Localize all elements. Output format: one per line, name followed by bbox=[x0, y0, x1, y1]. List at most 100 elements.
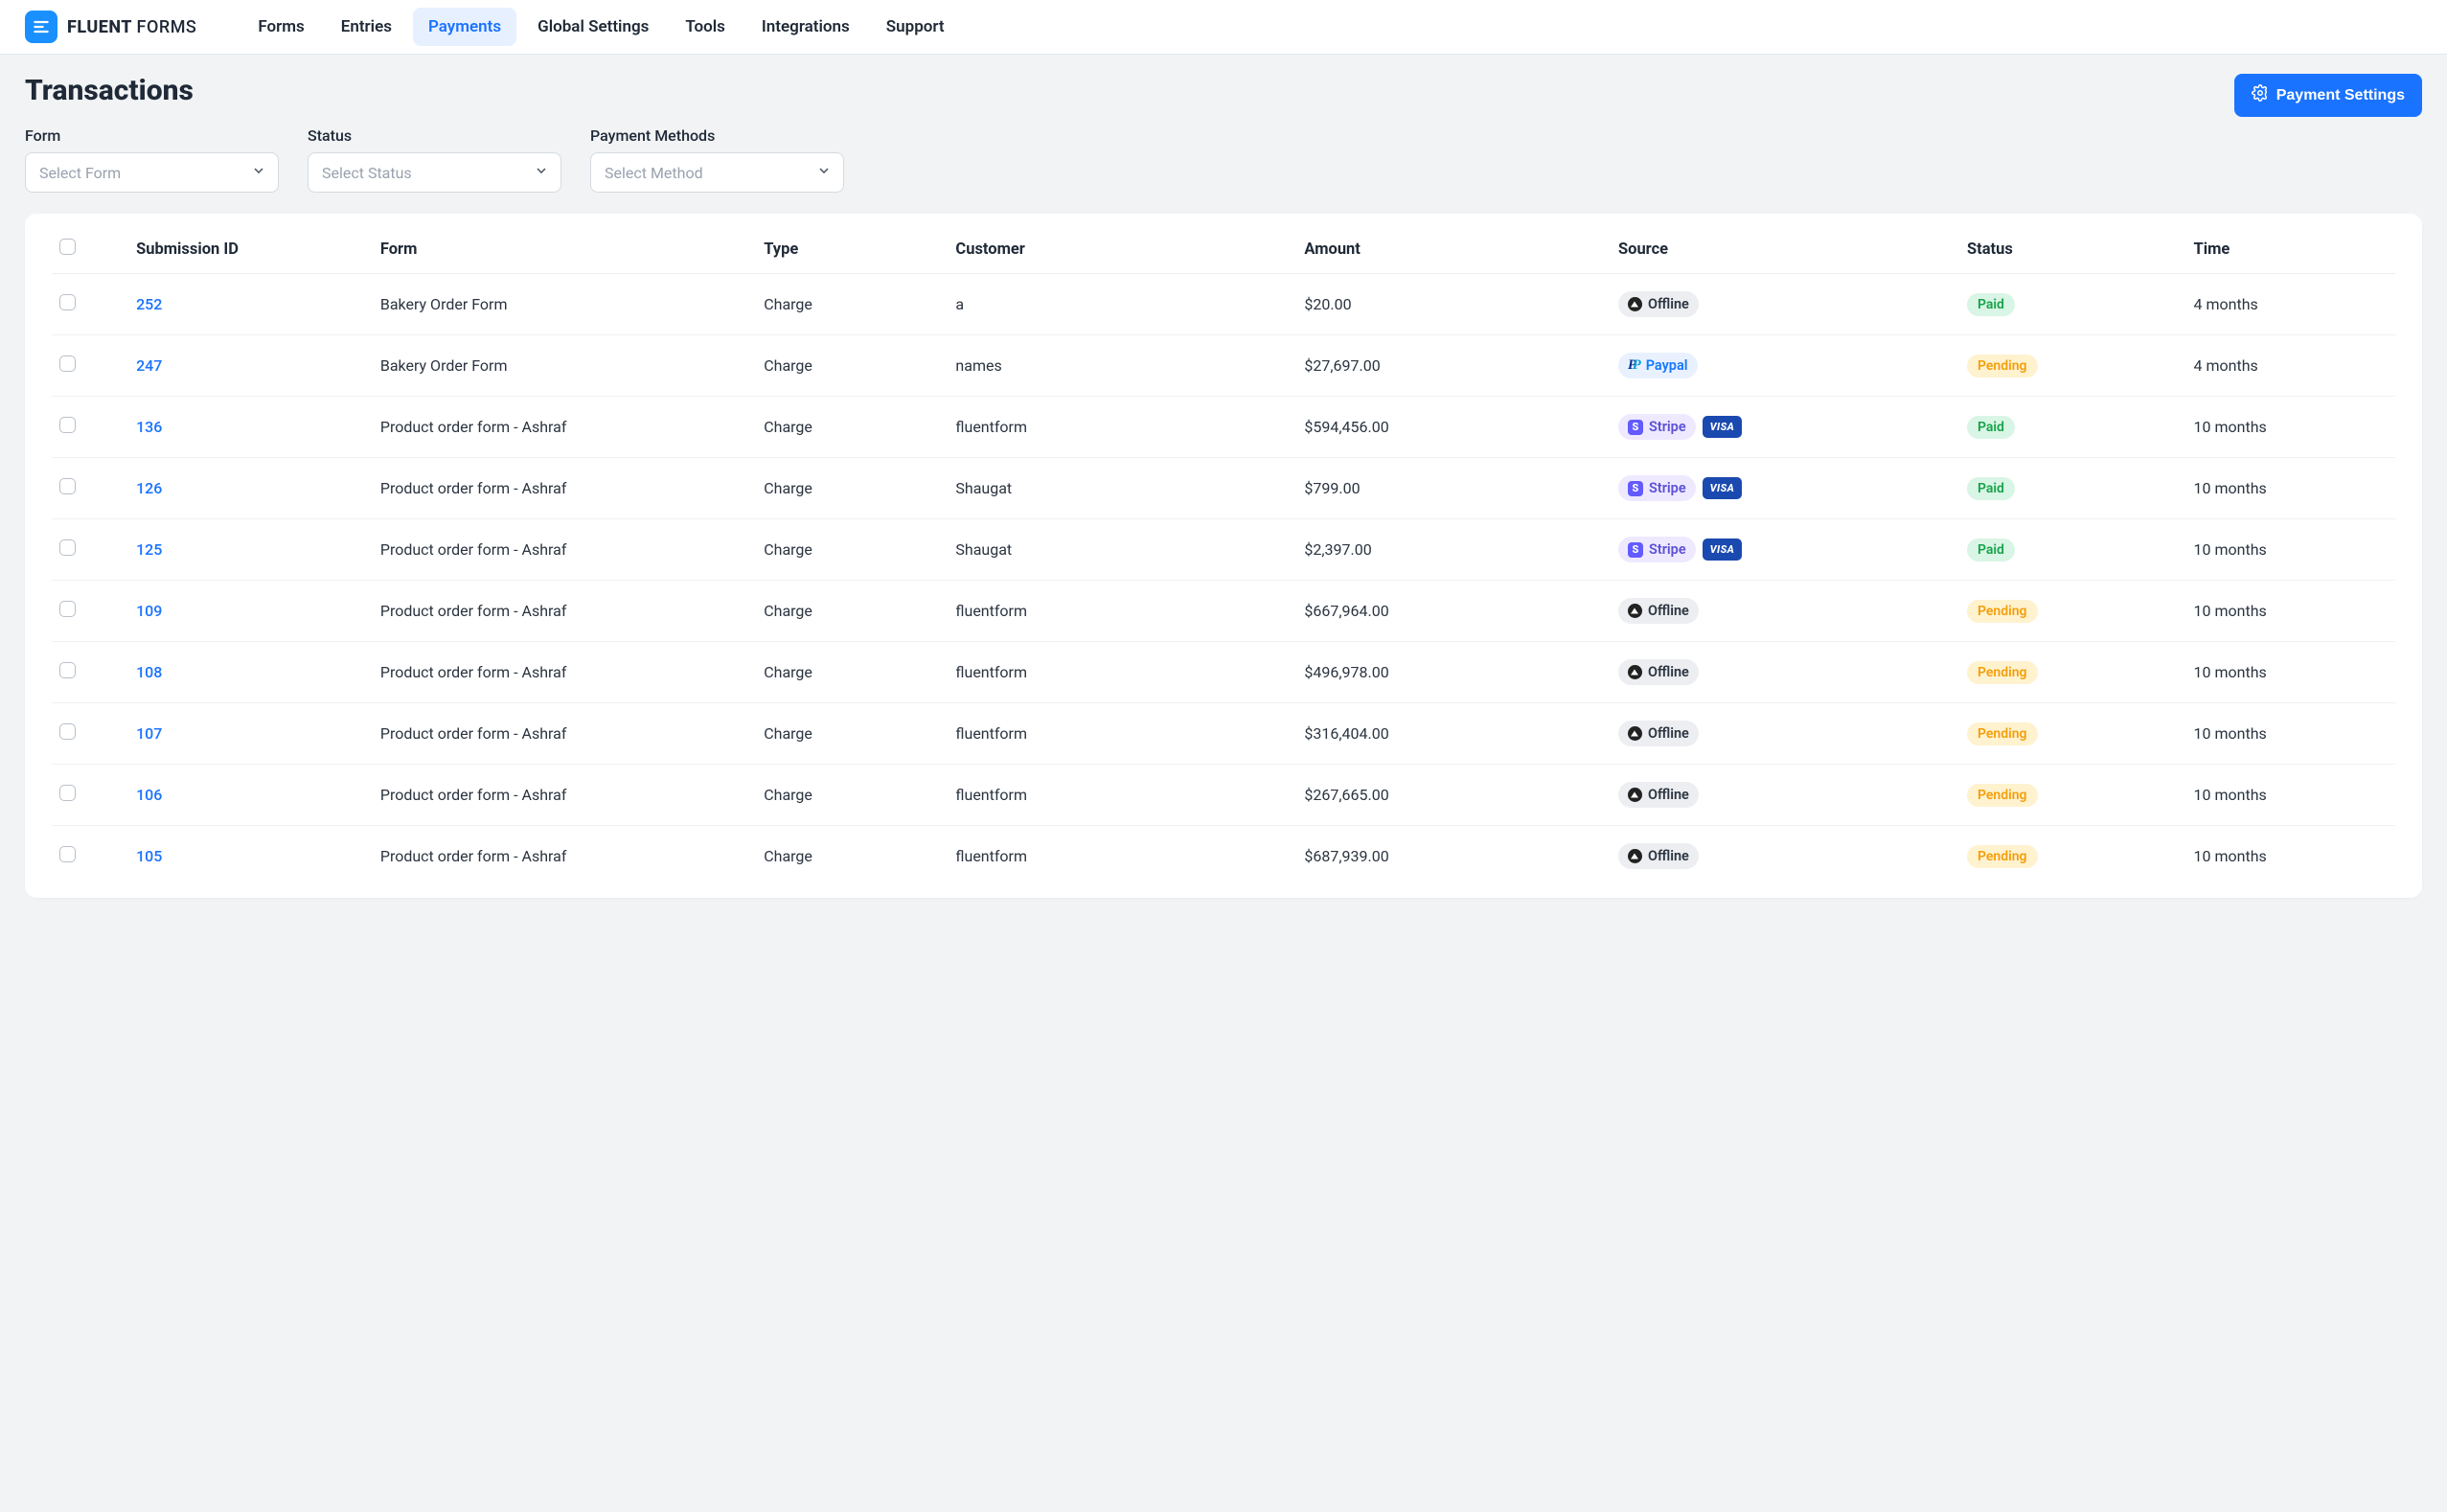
nav-item-global-settings[interactable]: Global Settings bbox=[522, 8, 664, 46]
submission-id-link[interactable]: 252 bbox=[136, 295, 162, 313]
col-header-type: Type bbox=[756, 219, 948, 274]
cell-customer: names bbox=[948, 335, 1296, 397]
nav-item-forms[interactable]: Forms bbox=[242, 8, 319, 46]
cell-form: Product order form - Ashraf bbox=[373, 519, 756, 581]
col-header-id: Submission ID bbox=[128, 219, 373, 274]
submission-id-link[interactable]: 125 bbox=[136, 540, 162, 559]
submission-id-link[interactable]: 136 bbox=[136, 418, 162, 436]
nav-item-tools[interactable]: Tools bbox=[670, 8, 741, 46]
row-checkbox[interactable] bbox=[59, 539, 76, 556]
source-chips: SStripeVISA bbox=[1618, 414, 1952, 440]
nav-item-payments[interactable]: Payments bbox=[413, 8, 516, 46]
cell-time: 10 months bbox=[2186, 397, 2395, 458]
page-title: Transactions bbox=[25, 74, 194, 107]
table-row: 109Product order form - AshrafChargeflue… bbox=[52, 581, 2395, 642]
submission-id-link[interactable]: 247 bbox=[136, 356, 162, 375]
row-checkbox[interactable] bbox=[59, 846, 76, 862]
status-pill-pending: Pending bbox=[1967, 355, 2038, 378]
brand-name: FLUENT FORMS bbox=[67, 17, 196, 37]
submission-id-link[interactable]: 106 bbox=[136, 786, 162, 804]
cell-status: Pending bbox=[1959, 335, 2186, 397]
cell-form: Product order form - Ashraf bbox=[373, 703, 756, 765]
col-header-amount: Amount bbox=[1296, 219, 1611, 274]
source-chips: PPPaypal bbox=[1618, 353, 1952, 378]
cell-source: SStripeVISA bbox=[1611, 397, 1959, 458]
status-pill-pending: Pending bbox=[1967, 722, 2038, 745]
nav-item-entries[interactable]: Entries bbox=[326, 8, 407, 46]
cell-time: 10 months bbox=[2186, 826, 2395, 887]
cell-source: PPPaypal bbox=[1611, 335, 1959, 397]
status-pill-paid: Paid bbox=[1967, 477, 2015, 500]
cell-status: Paid bbox=[1959, 397, 2186, 458]
row-checkbox[interactable] bbox=[59, 294, 76, 310]
cell-status: Paid bbox=[1959, 274, 2186, 335]
cell-time: 10 months bbox=[2186, 458, 2395, 519]
cell-customer: fluentform bbox=[948, 765, 1296, 826]
col-header-time: Time bbox=[2186, 219, 2395, 274]
row-checkbox[interactable] bbox=[59, 478, 76, 494]
cell-time: 10 months bbox=[2186, 765, 2395, 826]
row-checkbox[interactable] bbox=[59, 785, 76, 801]
cell-source: Offline bbox=[1611, 826, 1959, 887]
row-checkbox[interactable] bbox=[59, 723, 76, 740]
cell-customer: Shaugat bbox=[948, 519, 1296, 581]
select-all-checkbox[interactable] bbox=[59, 239, 76, 255]
status-pill-paid: Paid bbox=[1967, 293, 2015, 316]
cell-type: Charge bbox=[756, 581, 948, 642]
cell-time: 10 months bbox=[2186, 642, 2395, 703]
brand-logo[interactable]: FLUENT FORMS bbox=[25, 11, 196, 43]
cell-form: Product order form - Ashraf bbox=[373, 458, 756, 519]
filter-status-select[interactable]: Select Status bbox=[308, 152, 561, 193]
source-chips: Offline bbox=[1618, 782, 1952, 808]
source-label: Offline bbox=[1648, 603, 1689, 619]
cell-form: Product order form - Ashraf bbox=[373, 765, 756, 826]
submission-id-link[interactable]: 108 bbox=[136, 663, 162, 681]
cell-customer: fluentform bbox=[948, 826, 1296, 887]
status-pill-paid: Paid bbox=[1967, 416, 2015, 439]
row-checkbox[interactable] bbox=[59, 355, 76, 372]
row-checkbox[interactable] bbox=[59, 662, 76, 678]
table-row: 252Bakery Order FormChargea$20.00Offline… bbox=[52, 274, 2395, 335]
cell-amount: $799.00 bbox=[1296, 458, 1611, 519]
row-checkbox[interactable] bbox=[59, 417, 76, 433]
cell-source: Offline bbox=[1611, 703, 1959, 765]
row-checkbox[interactable] bbox=[59, 601, 76, 617]
source-offline-chip: Offline bbox=[1618, 291, 1699, 317]
filter-method-select[interactable]: Select Method bbox=[590, 152, 844, 193]
source-offline-chip: Offline bbox=[1618, 598, 1699, 624]
filter-form-select[interactable]: Select Form bbox=[25, 152, 279, 193]
source-label: Offline bbox=[1648, 725, 1689, 742]
cell-customer: Shaugat bbox=[948, 458, 1296, 519]
source-label: Offline bbox=[1648, 848, 1689, 864]
submission-id-link[interactable]: 126 bbox=[136, 479, 162, 497]
table-row: 136Product order form - AshrafChargeflue… bbox=[52, 397, 2395, 458]
submission-id-link[interactable]: 109 bbox=[136, 602, 162, 620]
cell-type: Charge bbox=[756, 458, 948, 519]
table-row: 108Product order form - AshrafChargeflue… bbox=[52, 642, 2395, 703]
source-chips: Offline bbox=[1618, 843, 1952, 869]
filter-status: Status Select Status bbox=[308, 126, 561, 193]
source-label: Stripe bbox=[1649, 541, 1686, 558]
status-pill-pending: Pending bbox=[1967, 845, 2038, 868]
nav-item-integrations[interactable]: Integrations bbox=[746, 8, 865, 46]
cell-source: SStripeVISA bbox=[1611, 458, 1959, 519]
cell-source: Offline bbox=[1611, 274, 1959, 335]
table-row: 107Product order form - AshrafChargeflue… bbox=[52, 703, 2395, 765]
cell-customer: fluentform bbox=[948, 703, 1296, 765]
cell-status: Paid bbox=[1959, 458, 2186, 519]
cell-status: Pending bbox=[1959, 765, 2186, 826]
submission-id-link[interactable]: 105 bbox=[136, 847, 162, 865]
offline-icon bbox=[1628, 788, 1642, 802]
chevron-down-icon bbox=[534, 163, 549, 182]
cell-type: Charge bbox=[756, 274, 948, 335]
source-label: Stripe bbox=[1649, 419, 1686, 435]
table-row: 125Product order form - AshrafChargeShau… bbox=[52, 519, 2395, 581]
col-header-source: Source bbox=[1611, 219, 1959, 274]
source-chips: SStripeVISA bbox=[1618, 537, 1952, 562]
table-row: 105Product order form - AshrafChargeflue… bbox=[52, 826, 2395, 887]
submission-id-link[interactable]: 107 bbox=[136, 724, 162, 743]
cell-type: Charge bbox=[756, 642, 948, 703]
payment-settings-button[interactable]: Payment Settings bbox=[2234, 74, 2422, 117]
nav-item-support[interactable]: Support bbox=[871, 8, 960, 46]
source-label: Offline bbox=[1648, 296, 1689, 312]
